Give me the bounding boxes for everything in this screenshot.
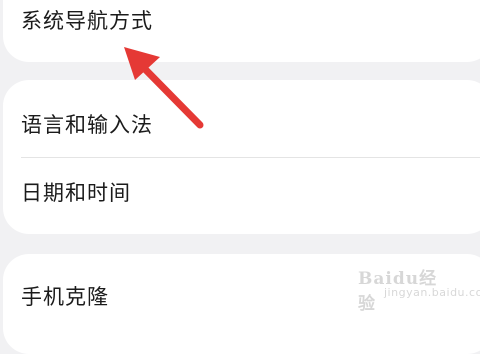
baidu-watermark: Baidu经验 jingyan.baidu.com xyxy=(358,262,480,314)
settings-item-label: 系统导航方式 xyxy=(21,9,153,33)
settings-group-navigation: 系统导航方式 xyxy=(3,0,480,62)
settings-item-label: 语言和输入法 xyxy=(21,113,153,137)
divider xyxy=(21,157,480,158)
settings-item-date-time[interactable]: 日期和时间 xyxy=(21,170,480,214)
settings-group-language-date: 语言和输入法 日期和时间 xyxy=(3,80,480,234)
settings-item-system-navigation[interactable]: 系统导航方式 xyxy=(21,0,480,42)
settings-item-language-input[interactable]: 语言和输入法 xyxy=(21,102,480,146)
settings-item-label: 手机克隆 xyxy=(21,285,109,309)
watermark-url: jingyan.baidu.com xyxy=(384,286,480,299)
settings-item-label: 日期和时间 xyxy=(21,181,131,205)
